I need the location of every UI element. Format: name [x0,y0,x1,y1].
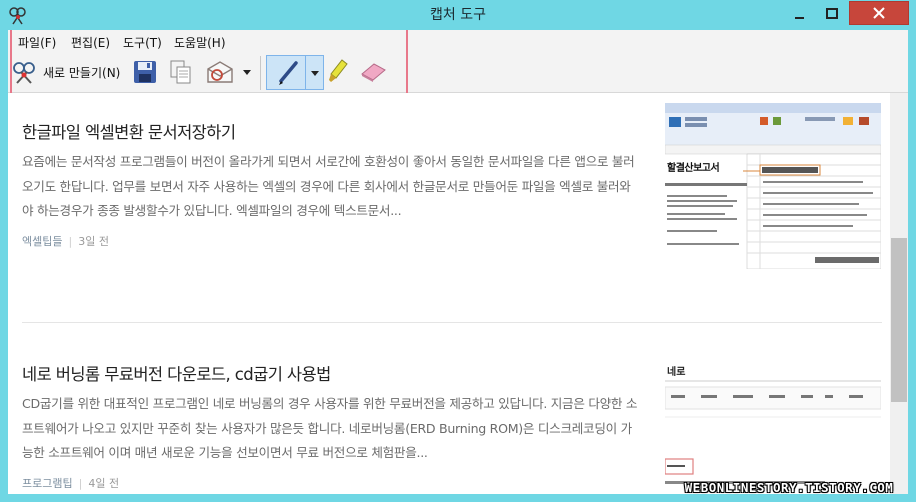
close-button[interactable] [849,1,909,25]
post-title[interactable]: 한글파일 엑셀변환 문서저장하기 [22,119,236,143]
meta-separator: | [78,477,83,490]
thumbnail-caption: 네로 [667,367,686,378]
post-date: 3일 전 [78,235,109,248]
title-bar[interactable]: 캡처 도구 [0,0,916,30]
meta-separator: | [68,235,73,248]
thumbnail-caption: 할결산보고서 [667,163,720,174]
minimize-button[interactable] [785,4,815,24]
client-area: 파일(F) 편집(E) 도구(T) 도움말(H) 새로 만들기(N) 한글파일 … [8,30,908,494]
post-category[interactable]: 프로그램팁 [22,477,73,490]
post-date: 4일 전 [88,477,120,490]
post-thumbnail-nero[interactable]: 네로 [665,347,881,494]
minimize-icon [795,17,804,19]
watermark: WEBONLINESTORY.TISTORY.COM [684,480,894,495]
maximize-icon [826,8,838,19]
post-meta: 프로그램팁 | 4일 전 [22,475,119,491]
post-excerpt: 요즘에는 문서작성 프로그램들이 버전이 올라가게 되면서 서로간에 호환성이 … [22,154,635,218]
window-title: 캡처 도구 [430,7,486,23]
post-divider [22,322,882,323]
snipping-tool-app-icon[interactable] [8,6,28,26]
post-meta: 엑셀팁들 | 3일 전 [22,233,109,249]
nero-screenshot-thumbnail [665,347,881,494]
excel-screenshot-thumbnail [665,103,881,269]
maximize-button[interactable] [817,4,847,24]
post-category[interactable]: 엑셀팁들 [22,235,62,248]
close-icon [873,7,885,19]
post-thumbnail-excel[interactable]: 할결산보고서 [665,103,881,269]
post-excerpt: CD굽기를 위한 대표적인 프로그램인 네로 버닝롬의 경우 사용자를 위한 무… [22,396,638,460]
post-title[interactable]: 네로 버닝롬 무료버전 다운로드, cd굽기 사용법 [22,361,331,385]
scrollbar-thumb[interactable] [891,238,907,402]
annotation-highlight-box [10,30,408,97]
captured-page-content: 한글파일 엑셀변환 문서저장하기 요즘에는 문서작성 프로그램들이 버전이 올라… [8,93,890,494]
